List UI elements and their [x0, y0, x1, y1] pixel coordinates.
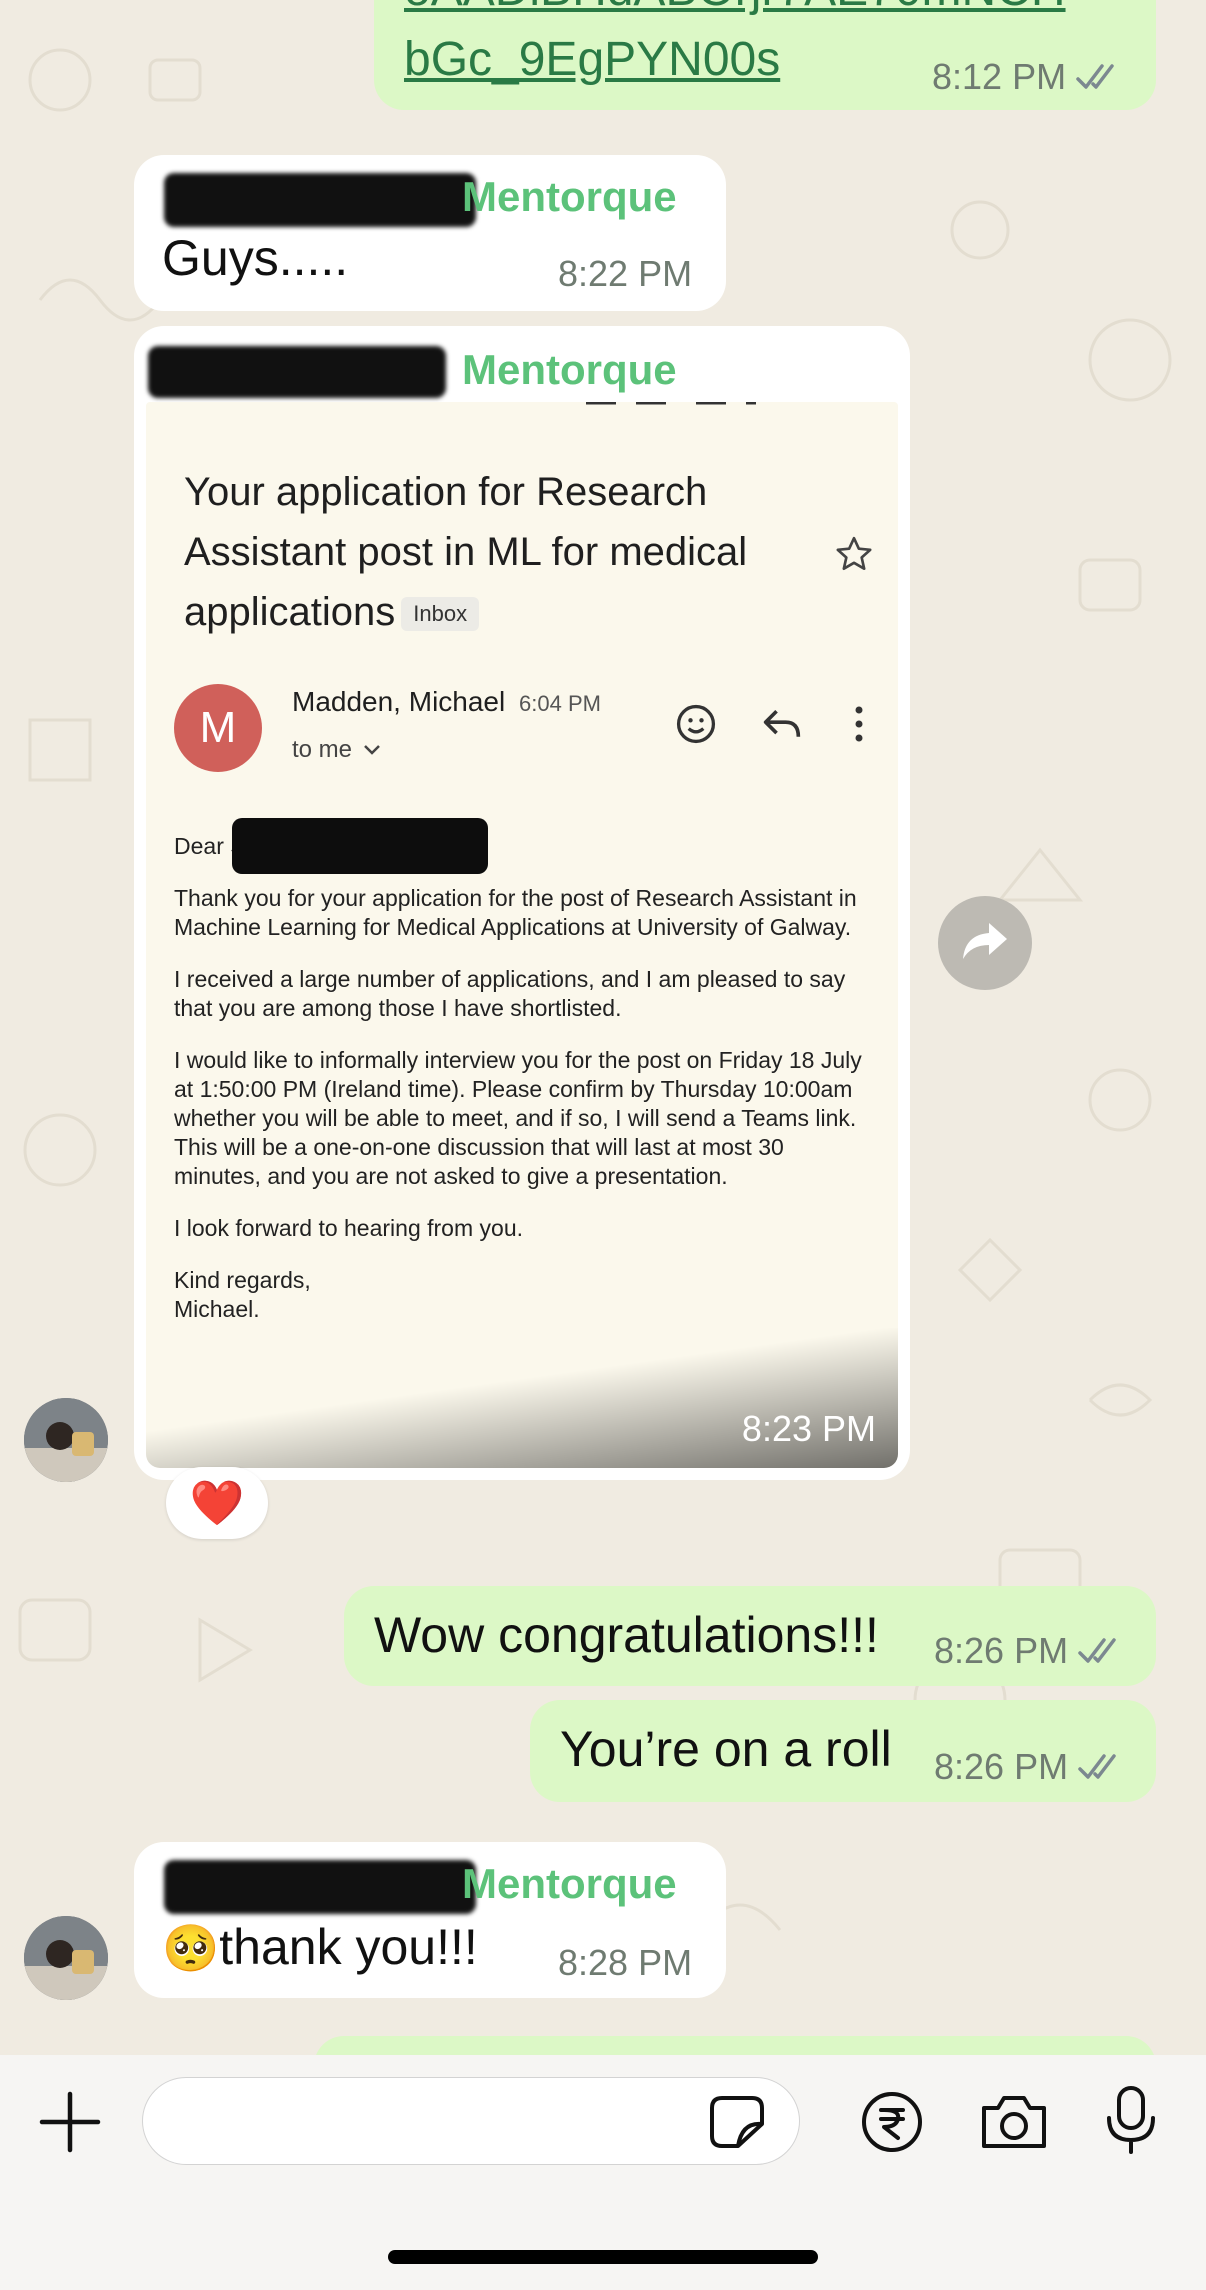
rupee-payment-icon[interactable]	[860, 2090, 924, 2159]
message-meta: 8:28 PM	[558, 1942, 692, 1984]
smiley-icon[interactable]	[674, 702, 718, 751]
camera-icon[interactable]	[978, 2092, 1050, 2157]
signoff-line1: Kind regards,	[174, 1267, 311, 1293]
sender-name[interactable]: Mentorque	[462, 1860, 677, 1908]
incoming-message-thanks[interactable]: Mentorque 🥺thank you!!! 8:28 PM	[134, 1842, 726, 1998]
outgoing-message-congrats[interactable]: Wow congratulations!!! 8:26 PM	[344, 1586, 1156, 1686]
redacted-name-block	[232, 818, 488, 874]
message-time: 8:12 PM	[932, 56, 1067, 97]
message-text: You’re on a roll	[560, 1721, 892, 1777]
incoming-message-guys[interactable]: Mentorque Guys..... 8:22 PM	[134, 155, 726, 311]
recipient-text: to me	[292, 736, 353, 763]
message-text-content: thank you!!!	[219, 1919, 478, 1975]
forward-icon	[961, 919, 1009, 968]
email-sender-name: Madden, Michael 6:04 PM	[292, 686, 601, 718]
sticker-icon[interactable]	[708, 2094, 766, 2155]
sender-name[interactable]: Mentorque	[462, 173, 677, 221]
inbox-badge: Inbox	[401, 597, 480, 632]
message-link-line2[interactable]: bGc_9EgPYN00s	[404, 32, 780, 87]
double-check-icon	[1078, 1752, 1126, 1782]
email-body: Dear Shreelakshmi Shyjumon, Thank you fo…	[174, 832, 864, 1324]
email-time: 6:04 PM	[519, 691, 601, 716]
message-reaction[interactable]: ❤️	[166, 1467, 268, 1539]
message-text: Wow congratulations!!!	[374, 1607, 879, 1663]
sender-name[interactable]: Mentorque	[462, 346, 677, 394]
microphone-icon[interactable]	[1102, 2084, 1160, 2161]
sender-avatar[interactable]	[24, 1398, 108, 1482]
star-icon[interactable]	[834, 534, 874, 579]
message-time: 8:28 PM	[558, 1942, 693, 1983]
home-indicator	[388, 2250, 818, 2264]
sender-avatar[interactable]	[24, 1916, 108, 2000]
message-meta: 8:22 PM	[558, 253, 692, 295]
outgoing-message-roll[interactable]: You’re on a roll 8:26 PM	[530, 1700, 1156, 1802]
email-signoff: Kind regards, Michael.	[174, 1266, 864, 1324]
redacted-sender-name	[164, 1860, 476, 1914]
email-paragraph: Thank you for your application for the p…	[174, 885, 857, 940]
message-link-line1[interactable]: oAADiBHdABOrjr7AE70mNCH	[404, 0, 1066, 17]
sender-avatar-initial: M	[199, 703, 237, 752]
chevron-down-icon	[362, 736, 382, 764]
redacted-sender-name	[164, 173, 476, 227]
message-time: 8:26 PM	[934, 1746, 1069, 1787]
sender-avatar: M	[174, 684, 262, 772]
reply-icon[interactable]	[760, 704, 804, 749]
incoming-message-image[interactable]: Mentorque Your application for Research …	[134, 326, 910, 1480]
cropped-toolbar	[586, 402, 766, 408]
pleading-face-emoji: 🥺	[162, 1922, 220, 1974]
message-time: 8:26 PM	[934, 1630, 1069, 1671]
email-paragraph: I received a large number of application…	[174, 966, 846, 1021]
email-paragraph: I would like to informally interview you…	[174, 1047, 862, 1189]
redacted-sender-name	[148, 346, 446, 398]
outgoing-message-link[interactable]: oAADiBHdABOrjr7AE70mNCH bGc_9EgPYN00s 8:…	[374, 0, 1156, 110]
sender-name-text: Madden, Michael	[292, 686, 506, 717]
more-vertical-icon[interactable]	[852, 704, 866, 749]
email-screenshot-image[interactable]: Your application for Research Assistant …	[146, 402, 898, 1468]
double-check-icon	[1076, 62, 1124, 92]
message-text: Guys.....	[162, 230, 349, 286]
forward-button[interactable]	[938, 896, 1032, 990]
message-time: 8:23 PM	[741, 1408, 876, 1449]
message-text: 🥺thank you!!!	[162, 1918, 478, 1976]
signoff-line2: Michael.	[174, 1296, 260, 1322]
double-check-icon	[1078, 1636, 1126, 1666]
email-subject: Your application for Research Assistant …	[184, 462, 784, 642]
message-meta: 8:12 PM	[932, 56, 1124, 98]
recipient-dropdown[interactable]: to me	[292, 736, 382, 764]
heart-reaction-emoji: ❤️	[189, 1479, 245, 1528]
message-meta: 8:26 PM	[934, 1746, 1126, 1788]
message-meta: 8:26 PM	[934, 1630, 1126, 1672]
plus-icon[interactable]	[38, 2090, 102, 2159]
message-input[interactable]	[142, 2077, 800, 2165]
email-paragraph: I look forward to hearing from you.	[174, 1215, 523, 1241]
message-time: 8:22 PM	[558, 253, 693, 294]
